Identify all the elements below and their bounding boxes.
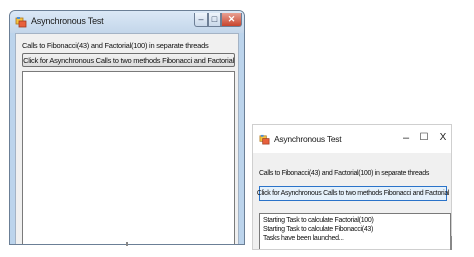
description-label: Calls to Fibonacci(43) and Factorial(100… [259,170,430,177]
minimize-icon: ‒ [198,14,204,24]
output-listbox[interactable] [22,71,235,244]
screenshot-artifact [450,236,452,250]
async-calls-button[interactable]: Click for Asynchronous Calls to two meth… [22,53,235,67]
window-client-area: Calls to Fibonacci(43) and Factorial(100… [15,33,239,244]
minimize-button[interactable]: – [398,130,414,146]
minimize-button[interactable]: ‒ [194,13,208,27]
async-calls-button[interactable]: Click for Asynchronous Calls to two meth… [257,186,449,201]
title-bar[interactable]: Asynchronous Test ‒ □ ✕ [10,11,244,33]
list-item[interactable]: Tasks have been launched... [260,234,450,243]
minimize-icon: – [402,131,410,144]
description-label: Calls to Fibonacci(43) and Factorial(100… [22,41,209,50]
title-bar[interactable]: Asynchronous Test – ☐ X [253,125,451,153]
maximize-icon: □ [211,14,218,24]
close-button[interactable]: X [435,130,451,146]
output-listbox[interactable]: Starting Task to calculate Factorial(100… [259,213,451,249]
app-icon [259,134,270,145]
window-title: Asynchronous Test [274,134,342,144]
list-item[interactable]: Starting Task to calculate Fibonacci(43) [260,225,450,234]
window-title: Asynchronous Test [31,16,104,26]
close-icon: ✕ [227,14,236,24]
maximize-icon: ☐ [419,132,429,143]
app-icon [15,17,27,28]
maximize-button[interactable]: ☐ [416,130,432,146]
close-icon: X [439,132,447,143]
close-button[interactable]: ✕ [221,13,242,27]
async-test-window-after: Asynchronous Test – ☐ X Calls to Fibonac… [252,124,452,250]
async-test-window-before: Asynchronous Test ‒ □ ✕ Calls to Fibonac… [9,10,245,245]
list-item[interactable]: Starting Task to calculate Factorial(100… [260,216,450,225]
screenshot-artifact [126,242,128,246]
maximize-button[interactable]: □ [208,13,221,27]
